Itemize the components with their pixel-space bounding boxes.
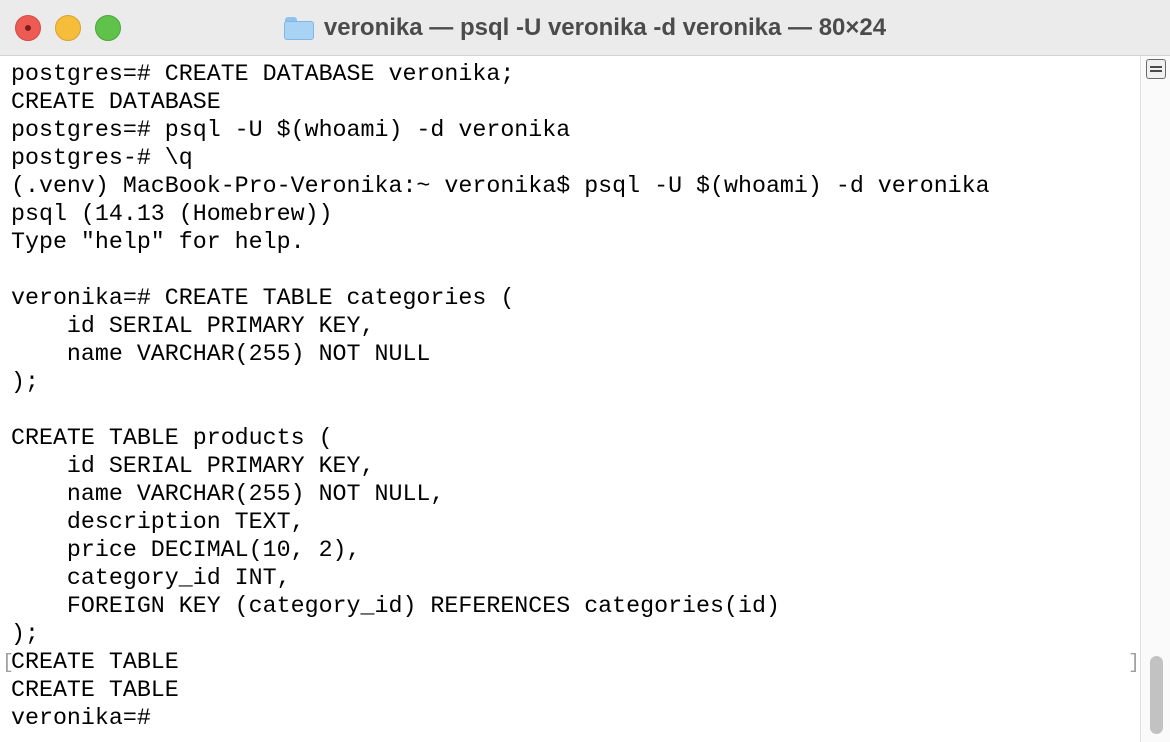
- terminal-line: CREATE TABLE: [11, 677, 179, 703]
- window-title-area: veronika — psql -U veronika -d veronika …: [0, 0, 1170, 56]
- title-bar[interactable]: veronika — psql -U veronika -d veronika …: [0, 0, 1170, 56]
- terminal-line: category_id INT,: [11, 565, 291, 591]
- terminal-line: postgres-# \q: [11, 145, 193, 171]
- prompt-mark-left: [: [2, 652, 15, 675]
- terminal-line: price DECIMAL(10, 2),: [11, 537, 361, 563]
- terminal-line: CREATE DATABASE: [11, 89, 221, 115]
- folder-icon: [283, 16, 314, 40]
- terminal-line: Type "help" for help.: [11, 229, 305, 255]
- terminal-content[interactable]: postgres=# CREATE DATABASE veronika; CREA…: [0, 56, 1140, 742]
- prompt-mark-right: ]: [1128, 652, 1141, 675]
- terminal-output: postgres=# CREATE DATABASE veronika; CREA…: [11, 60, 990, 732]
- terminal-line: CREATE TABLE: [11, 649, 179, 675]
- terminal-line: postgres=# CREATE DATABASE veronika;: [11, 61, 515, 87]
- terminal-line: name VARCHAR(255) NOT NULL,: [11, 481, 445, 507]
- terminal-line: );: [11, 369, 39, 395]
- terminal-line: description TEXT,: [11, 509, 305, 535]
- terminal-line: postgres=# psql -U $(whoami) -d veronika: [11, 117, 571, 143]
- terminal-line: (.venv) MacBook-Pro-Veronika:~ veronika$…: [11, 173, 990, 199]
- terminal-line: name VARCHAR(255) NOT NULL: [11, 341, 431, 367]
- terminal-line: id SERIAL PRIMARY KEY,: [11, 313, 375, 339]
- terminal-line: FOREIGN KEY (category_id) REFERENCES cat…: [11, 593, 780, 619]
- terminal-window: veronika — psql -U veronika -d veronika …: [0, 0, 1170, 742]
- terminal-line: );: [11, 621, 39, 647]
- window-title: veronika — psql -U veronika -d veronika …: [323, 14, 887, 41]
- terminal-line: CREATE TABLE products (: [11, 425, 333, 451]
- terminal-line: id SERIAL PRIMARY KEY,: [11, 453, 375, 479]
- terminal-line: veronika=#: [11, 705, 165, 731]
- terminal-line: veronika=# CREATE TABLE categories (: [11, 285, 515, 311]
- split-pane-icon[interactable]: [1146, 59, 1166, 79]
- scroll-thumb[interactable]: [1150, 656, 1163, 734]
- terminal-line: psql (14.13 (Homebrew)): [11, 201, 333, 227]
- vertical-scrollbar[interactable]: [1140, 56, 1170, 742]
